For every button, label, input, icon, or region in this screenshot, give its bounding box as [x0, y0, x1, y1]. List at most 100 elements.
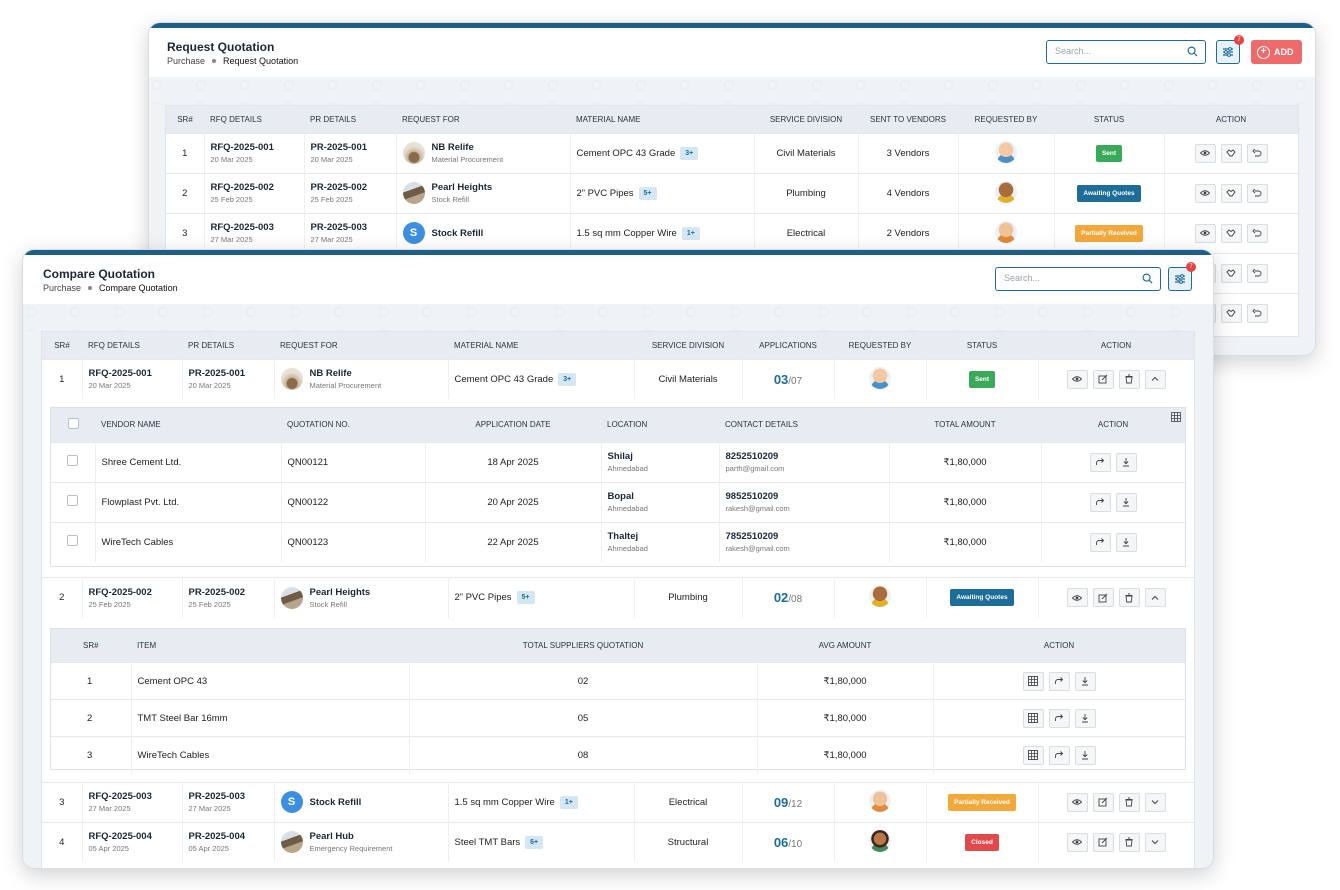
forward-button[interactable]: [1089, 532, 1111, 552]
rfq-number[interactable]: RFQ-2025-001: [89, 368, 152, 379]
edit-button[interactable]: [1092, 369, 1114, 389]
item-row[interactable]: 2 TMT Steel Bar 16mm 05 ₹1,80,000: [51, 699, 1185, 737]
forward-button[interactable]: [1048, 708, 1070, 728]
pr-number[interactable]: PR-2025-001: [311, 142, 368, 153]
more-materials-pill[interactable]: 5+: [516, 591, 535, 605]
more-materials-pill[interactable]: 3+: [558, 372, 577, 386]
select-all-checkbox[interactable]: [67, 418, 79, 430]
view-button[interactable]: [1194, 143, 1216, 163]
delete-button[interactable]: [1118, 588, 1140, 608]
table-row[interactable]: 1 RFQ-2025-001 20 Mar 2025 PR-2025-001 20 …: [42, 358, 1194, 399]
rfq-number[interactable]: RFQ-2025-003: [89, 791, 152, 802]
avatar: [869, 789, 891, 812]
forward-button[interactable]: [1089, 452, 1111, 472]
edit-button[interactable]: [1092, 832, 1114, 852]
collapse-button[interactable]: [1144, 369, 1166, 389]
revert-button[interactable]: [1246, 263, 1268, 283]
search-input[interactable]: [1055, 46, 1175, 56]
view-button[interactable]: [1066, 792, 1088, 812]
breadcrumb-purchase[interactable]: Purchase: [167, 56, 205, 66]
view-button[interactable]: [1066, 369, 1088, 389]
more-materials-pill[interactable]: 5+: [638, 186, 657, 200]
pr-number[interactable]: PR-2025-002: [311, 182, 368, 193]
compare-grid-button[interactable]: [1022, 745, 1044, 765]
rfq-number[interactable]: RFQ-2025-004: [89, 831, 152, 842]
pr-number[interactable]: PR-2025-004: [189, 831, 246, 842]
vendor-row[interactable]: WireTech Cables QN00123 22 Apr 2025 Thal…: [51, 521, 1185, 562]
download-button[interactable]: [1074, 671, 1096, 691]
revert-button[interactable]: [1246, 303, 1268, 323]
view-button[interactable]: [1194, 223, 1216, 243]
location-area: Bopal: [607, 491, 634, 502]
vendors-button[interactable]: [1220, 263, 1242, 283]
view-button[interactable]: [1194, 183, 1216, 203]
vendors-button[interactable]: [1220, 223, 1242, 243]
table-row[interactable]: 2 RFQ-2025-002 25 Feb 2025 PR-2025-002 25 …: [42, 577, 1194, 618]
rfq-number[interactable]: RFQ-2025-002: [211, 182, 274, 193]
download-button[interactable]: [1074, 745, 1096, 765]
revert-button[interactable]: [1246, 183, 1268, 203]
compare-grid-button[interactable]: [1022, 671, 1044, 691]
more-materials-pill[interactable]: 3+: [680, 146, 699, 160]
expand-button[interactable]: [1144, 832, 1166, 852]
forward-button[interactable]: [1048, 745, 1070, 765]
edit-button[interactable]: [1092, 588, 1114, 608]
table-row[interactable]: 3 RFQ-2025-003 27 Mar 2025 PR-2025-003 27 …: [42, 781, 1194, 822]
vendors-button[interactable]: [1220, 143, 1242, 163]
item-row[interactable]: 3 WireTech Cables 08 ₹1,80,000: [51, 736, 1185, 774]
table-row[interactable]: 2 RFQ-2025-002 25 Feb 2025 PR-2025-002 25 …: [166, 172, 1298, 213]
rfq-number[interactable]: RFQ-2025-003: [211, 222, 274, 233]
row-checkbox[interactable]: [67, 535, 79, 547]
expand-button[interactable]: [1144, 792, 1166, 812]
search-input[interactable]: [1004, 273, 1124, 283]
filter-button[interactable]: 7: [1168, 262, 1196, 291]
pr-number[interactable]: PR-2025-003: [189, 791, 246, 802]
download-button[interactable]: [1074, 708, 1096, 728]
pr-number[interactable]: PR-2025-002: [189, 587, 246, 598]
collapse-button[interactable]: [1144, 588, 1166, 608]
vendors-button[interactable]: [1220, 303, 1242, 323]
rfq-number[interactable]: RFQ-2025-001: [211, 142, 274, 153]
pr-number[interactable]: PR-2025-001: [189, 368, 246, 379]
item-row[interactable]: 1 Cement OPC 43 02 ₹1,80,000: [51, 662, 1185, 700]
view-button[interactable]: [1066, 832, 1088, 852]
quotation-no: QN00122: [281, 481, 426, 522]
add-button[interactable]: + ADD: [1251, 40, 1302, 64]
search-box[interactable]: [995, 267, 1161, 291]
more-materials-pill[interactable]: 1+: [559, 795, 578, 809]
more-materials-pill[interactable]: 6+: [525, 835, 544, 849]
row-checkbox[interactable]: [67, 455, 79, 466]
delete-button[interactable]: [1118, 832, 1140, 852]
row-checkbox[interactable]: [67, 495, 79, 506]
download-button[interactable]: [1115, 492, 1137, 512]
pr-number[interactable]: PR-2025-003: [311, 222, 368, 233]
table-row[interactable]: 4 RFQ-2025-004 05 Apr 2025 PR-2025-004 05 …: [42, 821, 1194, 862]
search-box[interactable]: [1046, 40, 1206, 64]
delete-button[interactable]: [1118, 792, 1140, 812]
more-materials-pill[interactable]: 1+: [681, 226, 700, 240]
table-settings-icon[interactable]: [1171, 412, 1181, 422]
request-type: Stock Refill: [309, 599, 348, 609]
view-button[interactable]: [1066, 588, 1088, 608]
table-row[interactable]: 1 RFQ-2025-001 20 Mar 2025 PR-2025-001 20 …: [166, 132, 1298, 173]
revert-button[interactable]: [1246, 223, 1268, 243]
compare-table: SR# RFQ DETAILS PR DETAILS REQUEST FOR M…: [42, 332, 1194, 399]
forward-button[interactable]: [1089, 492, 1111, 512]
edit-button[interactable]: [1092, 792, 1114, 812]
table-row[interactable]: 3 RFQ-2025-003 27 Mar 2025 PR-2025-003 27 …: [166, 212, 1298, 253]
vendor-row[interactable]: Flowplast Pvt. Ltd. QN00122 20 Apr 2025 …: [51, 481, 1185, 522]
request-name: Pearl Heights: [309, 586, 371, 598]
eye-icon: [1200, 190, 1211, 196]
download-button[interactable]: [1115, 532, 1137, 552]
delete-button[interactable]: [1118, 369, 1140, 389]
compare-grid-button[interactable]: [1022, 708, 1044, 728]
forward-button[interactable]: [1048, 671, 1070, 691]
item-name: WireTech Cables: [131, 736, 410, 774]
rfq-number[interactable]: RFQ-2025-002: [89, 587, 152, 598]
breadcrumb-purchase[interactable]: Purchase: [43, 283, 81, 293]
filter-button[interactable]: 7: [1216, 35, 1244, 64]
download-button[interactable]: [1115, 452, 1137, 472]
revert-button[interactable]: [1246, 143, 1268, 163]
vendors-button[interactable]: [1220, 183, 1242, 203]
vendor-row[interactable]: Shree Cement Ltd. QN00121 18 Apr 2025 Sh…: [51, 441, 1185, 482]
